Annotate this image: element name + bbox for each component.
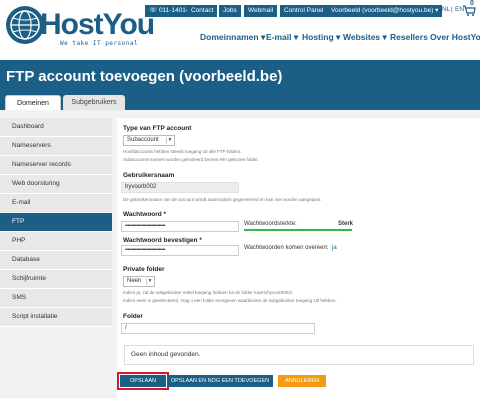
username-field: hyvoorb002 [121, 182, 239, 193]
nav-domeinnamen[interactable]: Domeinnamen ▾ [200, 32, 265, 43]
sidebar-item-dashboard[interactable]: Dashboard [0, 118, 112, 137]
lang-separator: | [451, 6, 453, 13]
password-field[interactable]: •••••••••••••••••••••••••••••••• [121, 221, 239, 232]
nav-websites-label: Websites [343, 32, 381, 42]
tab-domeinen[interactable]: Domeinen [5, 95, 61, 110]
page-title: FTP account toevoegen (voorbeeld.be) [6, 68, 283, 85]
nav-hosting-label: Hosting [302, 32, 334, 42]
password-label: Wachtwoord * [123, 211, 167, 218]
type-label: Type van FTP account [123, 125, 192, 132]
confirm-password-label: Wachtwoord bevestigen * [123, 237, 202, 244]
sidebar-item-nameservers[interactable]: Nameservers [0, 137, 112, 156]
sidebar: Dashboard Nameservers Nameserver records… [0, 118, 112, 327]
sidebar-item-script-installatie[interactable]: Script installatie [0, 308, 112, 327]
account-menu-button[interactable]: Voorbeeld (voorbeeld@hostyou.be) ▾ [327, 5, 443, 17]
chevron-down-icon: ▾ [293, 32, 299, 42]
nav-resellers[interactable]: Resellers [390, 32, 428, 42]
logo-globe-icon[interactable] [6, 6, 44, 44]
logo-wordmark[interactable]: HostYou [40, 8, 155, 42]
type-note-1: Hoofdaccounts hebben steeds toegang tot … [123, 149, 242, 154]
save-and-add-button[interactable]: OPSLAAN EN NOG EEN TOEVOEGEN [167, 375, 273, 387]
chevron-down-icon: ▾ [382, 32, 387, 42]
site-header: HostYou We take IT personal ☏ 011-140140… [0, 0, 480, 60]
contact-button[interactable]: Contact [187, 5, 218, 17]
sidebar-item-database[interactable]: Database [0, 251, 112, 270]
empty-message: Geen inhoud gevonden. [124, 345, 474, 365]
sidebar-item-web-doorsturing[interactable]: Web doorsturing [0, 175, 112, 194]
strength-label: Wachtwoordsterkte: [244, 221, 297, 227]
sidebar-item-sms[interactable]: SMS [0, 289, 112, 308]
chevron-down-icon: ▾ [260, 32, 266, 42]
logo-tagline: We take IT personal [60, 40, 139, 47]
chevron-down-icon: ▼ [166, 137, 173, 144]
jobs-button[interactable]: Jobs [219, 5, 241, 17]
match-value: ja [332, 245, 337, 251]
sidebar-item-schijfruimte[interactable]: Schijfruimte [0, 270, 112, 289]
nav-domeinnamen-label: Domeinnamen [200, 32, 259, 42]
sidebar-item-php[interactable]: PHP [0, 232, 112, 251]
lang-nl-link[interactable]: NL [442, 6, 450, 13]
private-folder-label: Private folder [123, 266, 165, 273]
private-folder-value: Neen [127, 278, 142, 284]
webmail-button[interactable]: Webmail [244, 5, 278, 17]
nav-over-hostyou[interactable]: Over HostYou [430, 32, 480, 42]
type-note-2: Subaccounts kunnen worden geïsoleerd bin… [123, 157, 259, 162]
sidebar-item-nameserver-records[interactable]: Nameserver records [0, 156, 112, 175]
private-folder-select[interactable]: Neen ▼ [123, 276, 155, 287]
cancel-button[interactable]: ANNULEREN [278, 375, 326, 387]
nav-hosting[interactable]: Hosting ▾ [302, 32, 340, 43]
account-name: Voorbeeld (voorbeeld@hostyou.be) [331, 7, 434, 14]
folder-field[interactable]: / [121, 323, 315, 334]
username-note: De gebruikersnaam van de account wordt a… [123, 197, 322, 202]
type-select-value: Subaccount [127, 137, 159, 143]
folder-label: Folder [123, 313, 143, 320]
tab-subgebruikers[interactable]: Subgebruikers [63, 95, 125, 110]
confirm-password-field[interactable]: •••••••••••••••••••••••••••••••• [121, 245, 239, 256]
cart-count-badge: 0 [470, 0, 474, 7]
chevron-down-icon: ▾ [336, 32, 341, 42]
username-label: Gebruikersnaam [123, 172, 175, 179]
private-note-2: Indien neen is geselecteerd, mag u een f… [123, 298, 337, 303]
nav-email[interactable]: E-mail ▾ [266, 32, 298, 43]
chevron-down-icon: ▼ [146, 278, 153, 285]
private-note-1: Indien ja, zal de subgebruiker enkel toe… [123, 290, 294, 295]
control-panel-button[interactable]: Control Panel [280, 5, 328, 17]
nav-websites[interactable]: Websites ▾ [343, 32, 387, 43]
nav-email-label: E-mail [266, 32, 292, 42]
type-select[interactable]: Subaccount ▼ [123, 135, 175, 146]
match-label: Wachtwoorden komen overeen: [244, 245, 329, 251]
strength-value: Sterk [338, 221, 354, 227]
chevron-down-icon: ▾ [435, 7, 439, 14]
save-button[interactable]: OPSLAAN [117, 372, 169, 390]
strength-bar [244, 229, 352, 231]
sidebar-item-email[interactable]: E-mail [0, 194, 112, 213]
sidebar-item-ftp[interactable]: FTP [0, 213, 112, 232]
